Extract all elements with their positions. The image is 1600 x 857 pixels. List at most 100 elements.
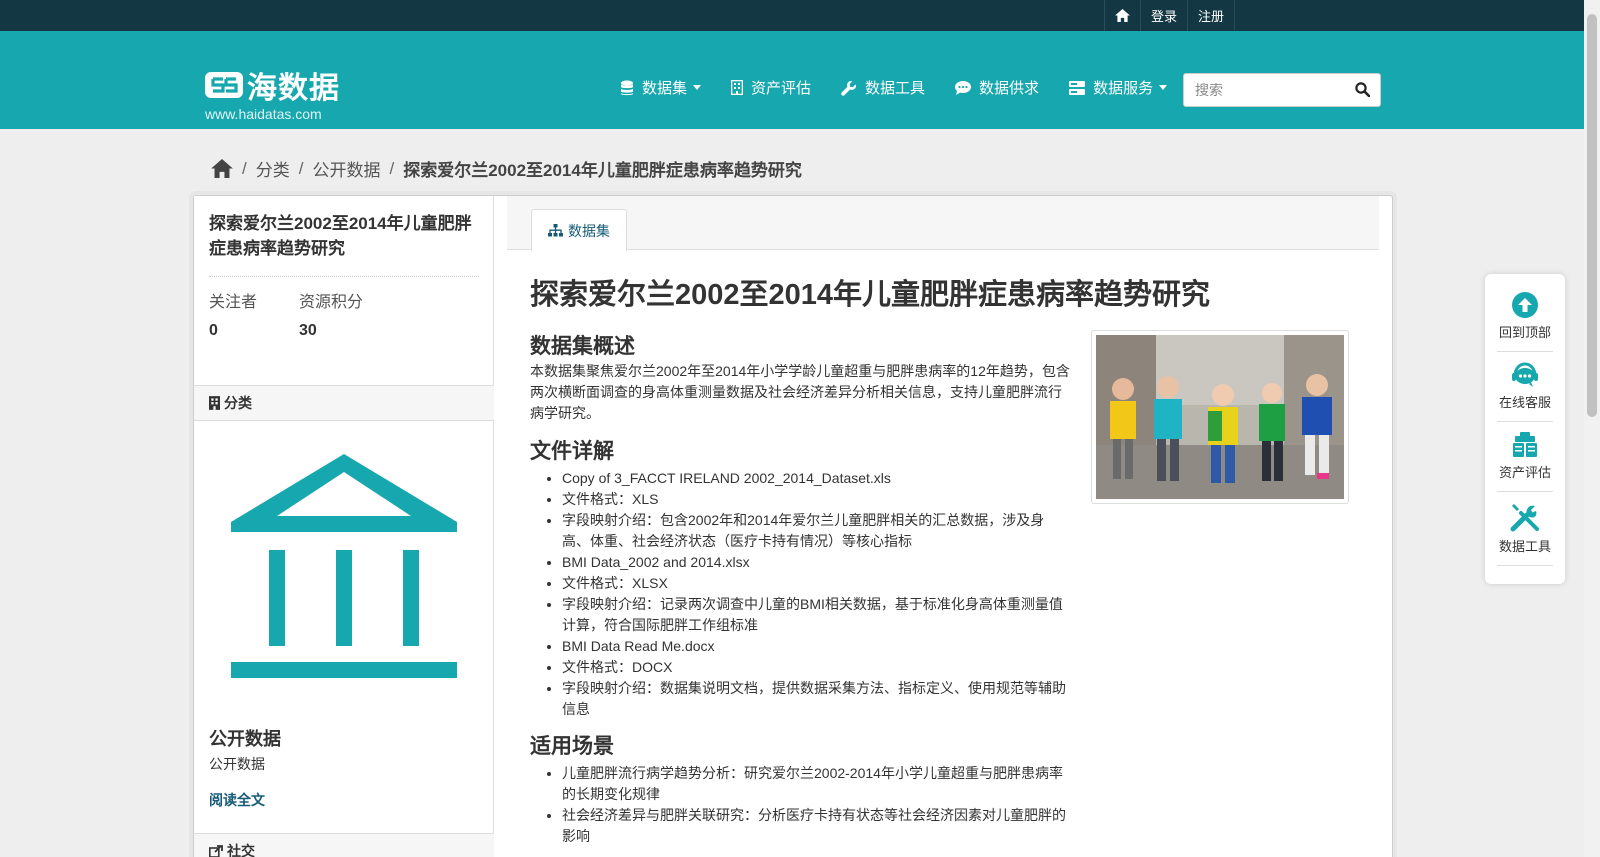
stat-label: 关注者 xyxy=(209,294,258,311)
stat-followers: 关注者 0 xyxy=(209,288,299,340)
breadcrumb-current[interactable]: 探索爱尔兰2002至2014年儿童肥胖症患病率趋势研究 xyxy=(403,156,802,181)
chevron-down-icon xyxy=(1159,85,1168,90)
children-photo xyxy=(1096,335,1344,499)
institution-icon[interactable] xyxy=(231,454,457,680)
nav-datasets[interactable]: 数据集 xyxy=(620,77,702,98)
float-item-label: 回到顶部 xyxy=(1498,325,1551,340)
dataset-thumbnail[interactable] xyxy=(1091,330,1349,504)
search-input[interactable] xyxy=(1195,75,1345,105)
tab-dataset-label: 数据集 xyxy=(568,222,610,239)
category-heading-label: 分类 xyxy=(224,395,252,411)
file-list: Copy of 3_FACCT IRELAND 2002_2014_Datase… xyxy=(562,468,1067,720)
overview-heading: 数据集概述 xyxy=(530,335,635,358)
nav-data-services-label: 数据服务 xyxy=(1093,80,1154,97)
account-links: 登录 注册 xyxy=(1103,0,1235,31)
chat-icon xyxy=(955,80,972,95)
breadcrumb-item-public-data[interactable]: 公开数据 xyxy=(312,156,380,181)
search-icon[interactable] xyxy=(1355,82,1370,97)
list-item: BMI Data Read Me.docx xyxy=(562,636,1067,657)
breadcrumb-item-category[interactable]: 分类 xyxy=(256,156,290,181)
sitemap-icon xyxy=(548,224,563,237)
sidebar-title: 探索爱尔兰2002至2014年儿童肥胖症患病率趋势研究 xyxy=(209,211,479,277)
database-icon xyxy=(621,80,633,95)
server-icon xyxy=(1069,80,1086,95)
breadcrumb-separator: / xyxy=(298,158,304,178)
content-area: 数据集 探索爱尔兰2002至2014年儿童肥胖症患病率趋势研究 数据集概述 本数… xyxy=(494,196,1392,857)
float-item-label: 在线客服 xyxy=(1498,395,1551,410)
stat-value: 0 xyxy=(209,322,218,339)
asset-eval-button[interactable]: 资产评估 xyxy=(1497,432,1553,492)
headset-icon xyxy=(1512,362,1538,387)
float-item-label: 资产评估 xyxy=(1498,465,1551,480)
list-item: 字段映射介绍：记录两次调查中儿童的BMI相关数据，基于标准化身高体重测量值计算，… xyxy=(562,594,1067,636)
sidebar: 探索爱尔兰2002至2014年儿童肥胖症患病率趋势研究 关注者 0 资源积分 3… xyxy=(194,196,494,857)
masthead: 海数据 www.haidatas.com 数据集 资产评估 数据工具 数据供求 … xyxy=(0,31,1584,129)
site-name: 海数据 xyxy=(247,72,340,105)
breadcrumb: / 分类 / 公开数据 / 探索爱尔兰2002至2014年儿童肥胖症患病率趋势研… xyxy=(211,156,802,181)
online-service-button[interactable]: 在线客服 xyxy=(1497,362,1553,422)
site-url: www.haidatas.com xyxy=(205,106,322,122)
list-item: Copy of 3_FACCT IRELAND 2002_2014_Datase… xyxy=(562,468,1067,489)
nav-data-tools[interactable]: 数据工具 xyxy=(841,77,925,98)
list-item: 字段映射介绍：包含2002年和2014年爱尔兰儿童肥胖相关的汇总数据，涉及身高、… xyxy=(562,510,1067,552)
wrench-icon xyxy=(841,80,857,96)
org-description: 公开数据 xyxy=(209,756,265,772)
tools-icon xyxy=(1510,504,1539,532)
back-to-top-button[interactable]: 回到顶部 xyxy=(1497,292,1553,352)
home-icon xyxy=(1115,9,1130,22)
login-link[interactable]: 登录 xyxy=(1139,0,1187,31)
top-bar: 登录 注册 xyxy=(0,0,1584,31)
overview-text: 本数据集聚焦爱尔兰2002年至2014年小学学龄儿童超重与肥胖患病率的12年趋势… xyxy=(530,363,1070,421)
category-heading: 分类 xyxy=(194,385,494,421)
nav-datasets-label: 数据集 xyxy=(642,80,688,97)
clipboard-icon xyxy=(1513,432,1537,457)
site-logo[interactable]: 海数据 xyxy=(205,63,340,107)
home-link[interactable] xyxy=(1103,0,1140,31)
main-nav: 数据集 资产评估 数据工具 数据供求 数据服务 xyxy=(620,77,1197,98)
social-heading-label: 社交 xyxy=(227,843,255,857)
list-item: 文件格式：XLSX xyxy=(562,573,1067,594)
building-icon xyxy=(731,80,744,95)
breadcrumb-separator: / xyxy=(242,158,247,178)
list-item: 文件格式：DOCX xyxy=(562,657,1067,678)
main-wrapper: 探索爱尔兰2002至2014年儿童肥胖症患病率趋势研究 关注者 0 资源积分 3… xyxy=(193,195,1393,857)
register-link[interactable]: 注册 xyxy=(1186,0,1235,31)
org-name: 公开数据 xyxy=(209,729,281,749)
files-heading: 文件详解 xyxy=(530,440,614,463)
nav-asset-eval-label: 资产评估 xyxy=(751,80,812,97)
list-item: 儿童肥胖流行病学趋势分析：研究爱尔兰2002-2014年小学儿童超重与肥胖患病率… xyxy=(562,763,1067,805)
nav-asset-eval[interactable]: 资产评估 xyxy=(731,77,811,98)
usage-heading: 适用场景 xyxy=(530,735,614,758)
read-more-link[interactable]: 阅读全文 xyxy=(209,790,265,810)
building-icon xyxy=(209,396,220,410)
dataset-stats: 关注者 0 资源积分 30 xyxy=(209,288,389,340)
list-item: 字段映射介绍：数据集说明文档，提供数据采集方法、指标定义、使用规范等辅助信息 xyxy=(562,678,1067,720)
float-item-label: 数据工具 xyxy=(1498,539,1551,554)
nav-data-tools-label: 数据工具 xyxy=(865,80,926,97)
page-title: 探索爱尔兰2002至2014年儿童肥胖症患病率趋势研究 xyxy=(530,279,1211,311)
nav-supply-demand[interactable]: 数据供求 xyxy=(955,77,1039,98)
share-icon xyxy=(209,844,223,857)
home-icon[interactable] xyxy=(211,159,233,178)
search-box xyxy=(1183,73,1381,107)
tab-dataset[interactable]: 数据集 xyxy=(531,209,627,251)
stat-label: 资源积分 xyxy=(299,294,364,311)
breadcrumb-separator: / xyxy=(389,158,395,178)
list-item: BMI Data_2002 and 2014.xlsx xyxy=(562,552,1067,573)
page-scrollbar[interactable] xyxy=(1584,0,1600,857)
logo-mark-icon xyxy=(205,72,243,98)
scrollbar-thumb[interactable] xyxy=(1587,14,1597,417)
data-tools-button[interactable]: 数据工具 xyxy=(1497,502,1553,566)
list-item: 文件格式：XLS xyxy=(562,489,1067,510)
stat-points: 资源积分 30 xyxy=(299,288,389,340)
nav-data-services[interactable]: 数据服务 xyxy=(1069,77,1168,98)
arrow-up-icon xyxy=(1512,292,1538,318)
chevron-down-icon xyxy=(693,85,702,90)
social-heading: 社交 xyxy=(194,833,494,857)
nav-supply-demand-label: 数据供求 xyxy=(979,80,1040,97)
list-item: 社会经济差异与肥胖关联研究：分析医疗卡持有状态等社会经济因素对儿童肥胖的影响 xyxy=(562,805,1067,847)
usage-list: 儿童肥胖流行病学趋势分析：研究爱尔兰2002-2014年小学儿童超重与肥胖患病率… xyxy=(562,763,1067,847)
tab-bar: 数据集 xyxy=(507,196,1379,251)
floating-toolbar: 回到顶部 在线客服 资产评估 数据工具 xyxy=(1485,274,1565,584)
stat-value: 30 xyxy=(299,322,317,339)
